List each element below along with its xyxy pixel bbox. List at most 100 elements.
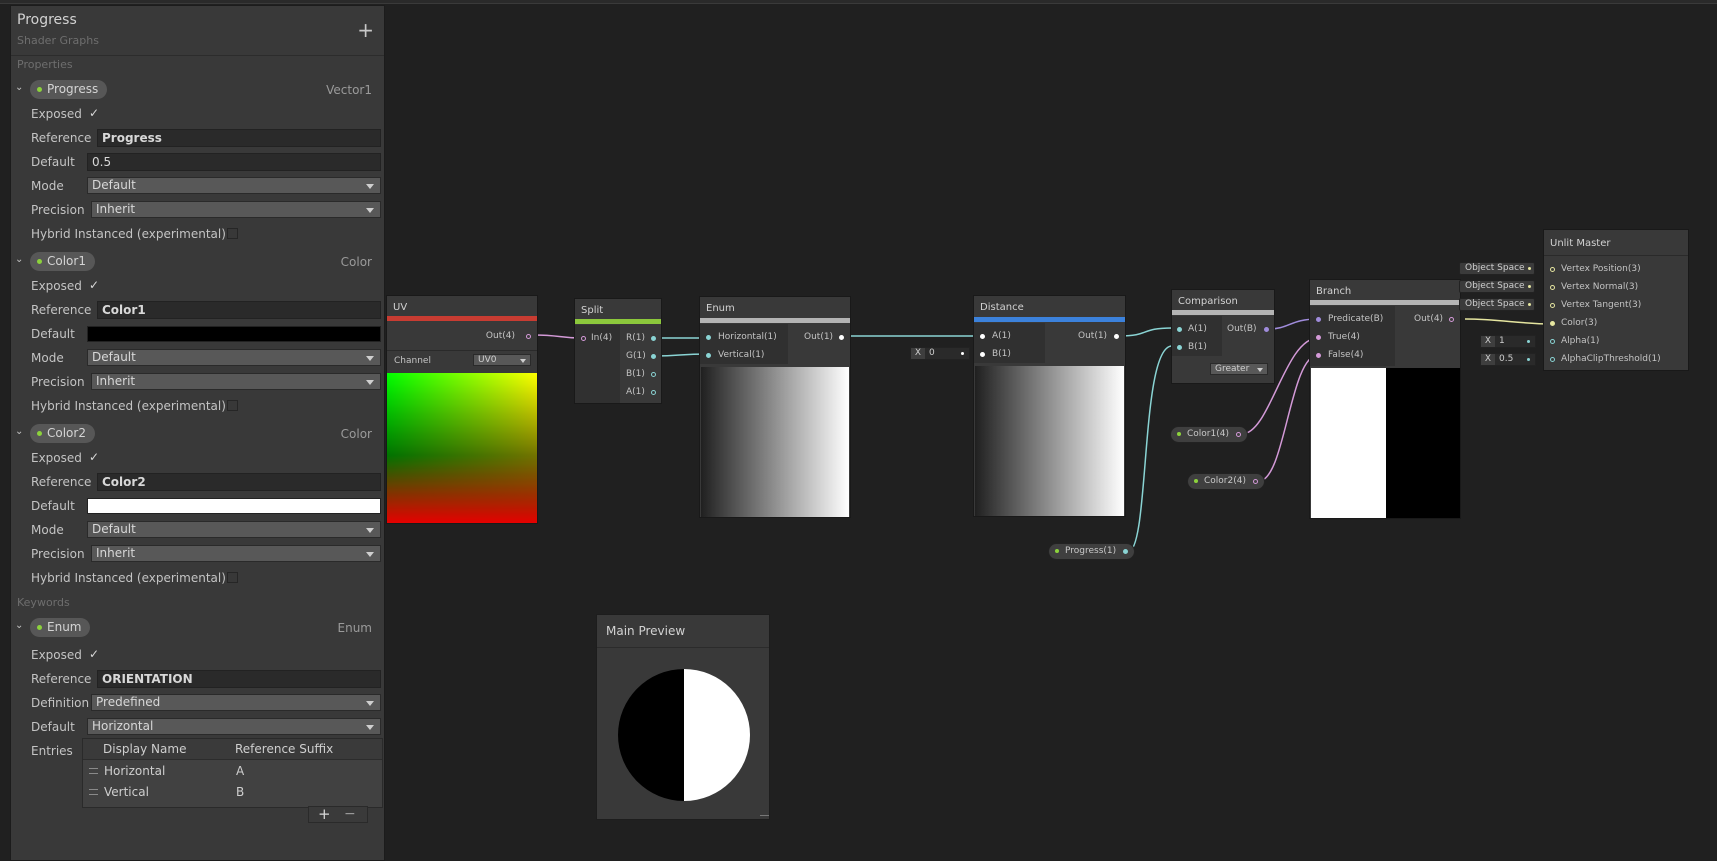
connector-dot <box>1527 358 1530 361</box>
connector-dot <box>1528 303 1531 306</box>
output-port-pin[interactable] <box>839 335 844 340</box>
port-label: In(4) <box>591 333 613 343</box>
input-port-pin[interactable] <box>980 334 985 339</box>
node-preview-left <box>1311 368 1386 518</box>
node-distance[interactable]: Distance A(1) B(1) Out(1) <box>973 295 1126 517</box>
input-port-pin[interactable] <box>1550 267 1555 272</box>
port-label: Horizontal(1) <box>718 332 777 342</box>
output-port-pin[interactable] <box>1235 432 1241 437</box>
dot-icon <box>1055 549 1059 553</box>
node-title: Enum <box>706 303 735 314</box>
node-accent-bar <box>700 318 850 323</box>
output-port-pin[interactable] <box>526 334 531 339</box>
input-port-pin[interactable] <box>1316 317 1321 322</box>
main-preview-title: Main Preview <box>606 624 686 638</box>
alpha-clip-value-field[interactable]: X 0.5 <box>1480 353 1536 366</box>
divider <box>387 350 537 351</box>
wire-branch-master <box>1464 318 1553 325</box>
port-label: B(1) <box>626 369 645 379</box>
property-node-color1[interactable]: Color1(4) <box>1170 426 1248 443</box>
input-port-pin[interactable] <box>706 353 711 358</box>
preview-sphere <box>618 669 750 801</box>
dot-icon <box>1194 479 1198 483</box>
node-split[interactable]: Split In(4) R(1) G(1) B(1) A(1) <box>574 298 662 404</box>
vertex-tangent-space-slot[interactable]: Object Space <box>1459 298 1535 311</box>
property-node-progress[interactable]: Progress(1) <box>1048 543 1136 560</box>
wire-progress-comparison <box>1127 345 1173 553</box>
input-port-pin[interactable] <box>1316 353 1321 358</box>
output-port-pin[interactable] <box>1264 327 1269 332</box>
output-port-pin[interactable] <box>1123 549 1129 554</box>
port-label: Out(B) <box>1227 324 1257 334</box>
node-preview-right <box>1386 368 1460 518</box>
output-port-pin[interactable] <box>1114 334 1119 339</box>
main-preview-window[interactable]: Main Preview <box>596 614 770 820</box>
vertex-normal-space-slot[interactable]: Object Space <box>1459 280 1535 293</box>
port-label: Out(4) <box>485 331 515 341</box>
input-port-pin[interactable] <box>1177 345 1182 350</box>
alpha-value-field[interactable]: X 1 <box>1480 335 1536 348</box>
vertex-position-space-slot[interactable]: Object Space <box>1459 262 1535 275</box>
output-port-pin[interactable] <box>651 390 656 395</box>
input-port-pin[interactable] <box>1550 285 1555 290</box>
port-label: Out(4) <box>1414 314 1444 324</box>
output-port-pin[interactable] <box>1252 479 1258 484</box>
node-title: Distance <box>980 302 1024 313</box>
port-label: A(1) <box>626 387 645 397</box>
operation-dropdown[interactable]: Greater <box>1210 363 1268 375</box>
input-port-pin[interactable] <box>980 352 985 357</box>
port-label: Vertex Tangent(3) <box>1561 300 1642 310</box>
port-label: True(4) <box>1328 332 1360 342</box>
dot-icon <box>1177 432 1181 436</box>
resize-handle-icon[interactable] <box>760 815 769 819</box>
node-enum[interactable]: Enum Horizontal(1) Vertical(1) Out(1) <box>699 296 851 518</box>
input-port-pin[interactable] <box>581 336 586 341</box>
node-title: UV <box>393 302 408 313</box>
port-label: Alpha(1) <box>1561 336 1600 346</box>
connector-dot <box>1528 267 1531 270</box>
node-title: Comparison <box>1178 296 1238 307</box>
wire-uv-split <box>532 334 581 339</box>
port-label: R(1) <box>626 333 646 343</box>
port-label: G(1) <box>626 351 646 361</box>
node-accent-bar <box>1310 300 1460 305</box>
node-title: Split <box>581 305 604 316</box>
input-port-pin[interactable] <box>1550 357 1555 362</box>
connector-dot <box>1528 285 1531 288</box>
property-node-color2[interactable]: Color2(4) <box>1187 473 1265 490</box>
connector-dot <box>1527 340 1530 343</box>
node-comparison[interactable]: Comparison A(1) B(1) Out(B) Greater <box>1171 289 1275 384</box>
divider <box>1544 255 1688 256</box>
input-port-pin[interactable] <box>1316 335 1321 340</box>
node-uv[interactable]: UV Out(4) Channel UV0 <box>386 295 538 524</box>
node-preview <box>975 366 1124 516</box>
port-label: False(4) <box>1328 350 1364 360</box>
node-accent-bar <box>1172 310 1274 315</box>
input-port-pin[interactable] <box>1550 321 1555 326</box>
connector-dot <box>961 352 964 355</box>
output-port-pin[interactable] <box>1449 317 1454 322</box>
port-label: B(1) <box>992 349 1011 359</box>
port-label: Out(1) <box>1078 331 1108 341</box>
input-port-pin[interactable] <box>1550 303 1555 308</box>
node-unlit-master[interactable]: Unlit Master Vertex Position(3) Vertex N… <box>1543 229 1689 371</box>
port-label: A(1) <box>992 331 1011 341</box>
node-preview <box>701 367 849 517</box>
input-port-pin[interactable] <box>706 335 711 340</box>
output-port-pin[interactable] <box>651 372 656 377</box>
distance-b-value-field[interactable]: X 0 <box>910 347 970 360</box>
port-label: A(1) <box>1188 324 1207 334</box>
input-port-pin[interactable] <box>1550 339 1555 344</box>
port-label: Vertex Normal(3) <box>1561 282 1639 292</box>
port-label: Vertical(1) <box>718 350 765 360</box>
wire-distance-comparison <box>1119 327 1173 337</box>
node-accent-bar <box>387 316 537 321</box>
output-port-pin[interactable] <box>651 336 656 341</box>
output-port-pin[interactable] <box>651 354 656 359</box>
node-branch[interactable]: Branch Predicate(B) True(4) False(4) Out… <box>1309 279 1461 519</box>
input-port-pin[interactable] <box>1177 327 1182 332</box>
divider <box>597 647 769 648</box>
port-label: AlphaClipThreshold(1) <box>1561 354 1661 364</box>
port-label: Vertex Position(3) <box>1561 264 1641 274</box>
channel-dropdown[interactable]: UV0 <box>473 354 531 366</box>
